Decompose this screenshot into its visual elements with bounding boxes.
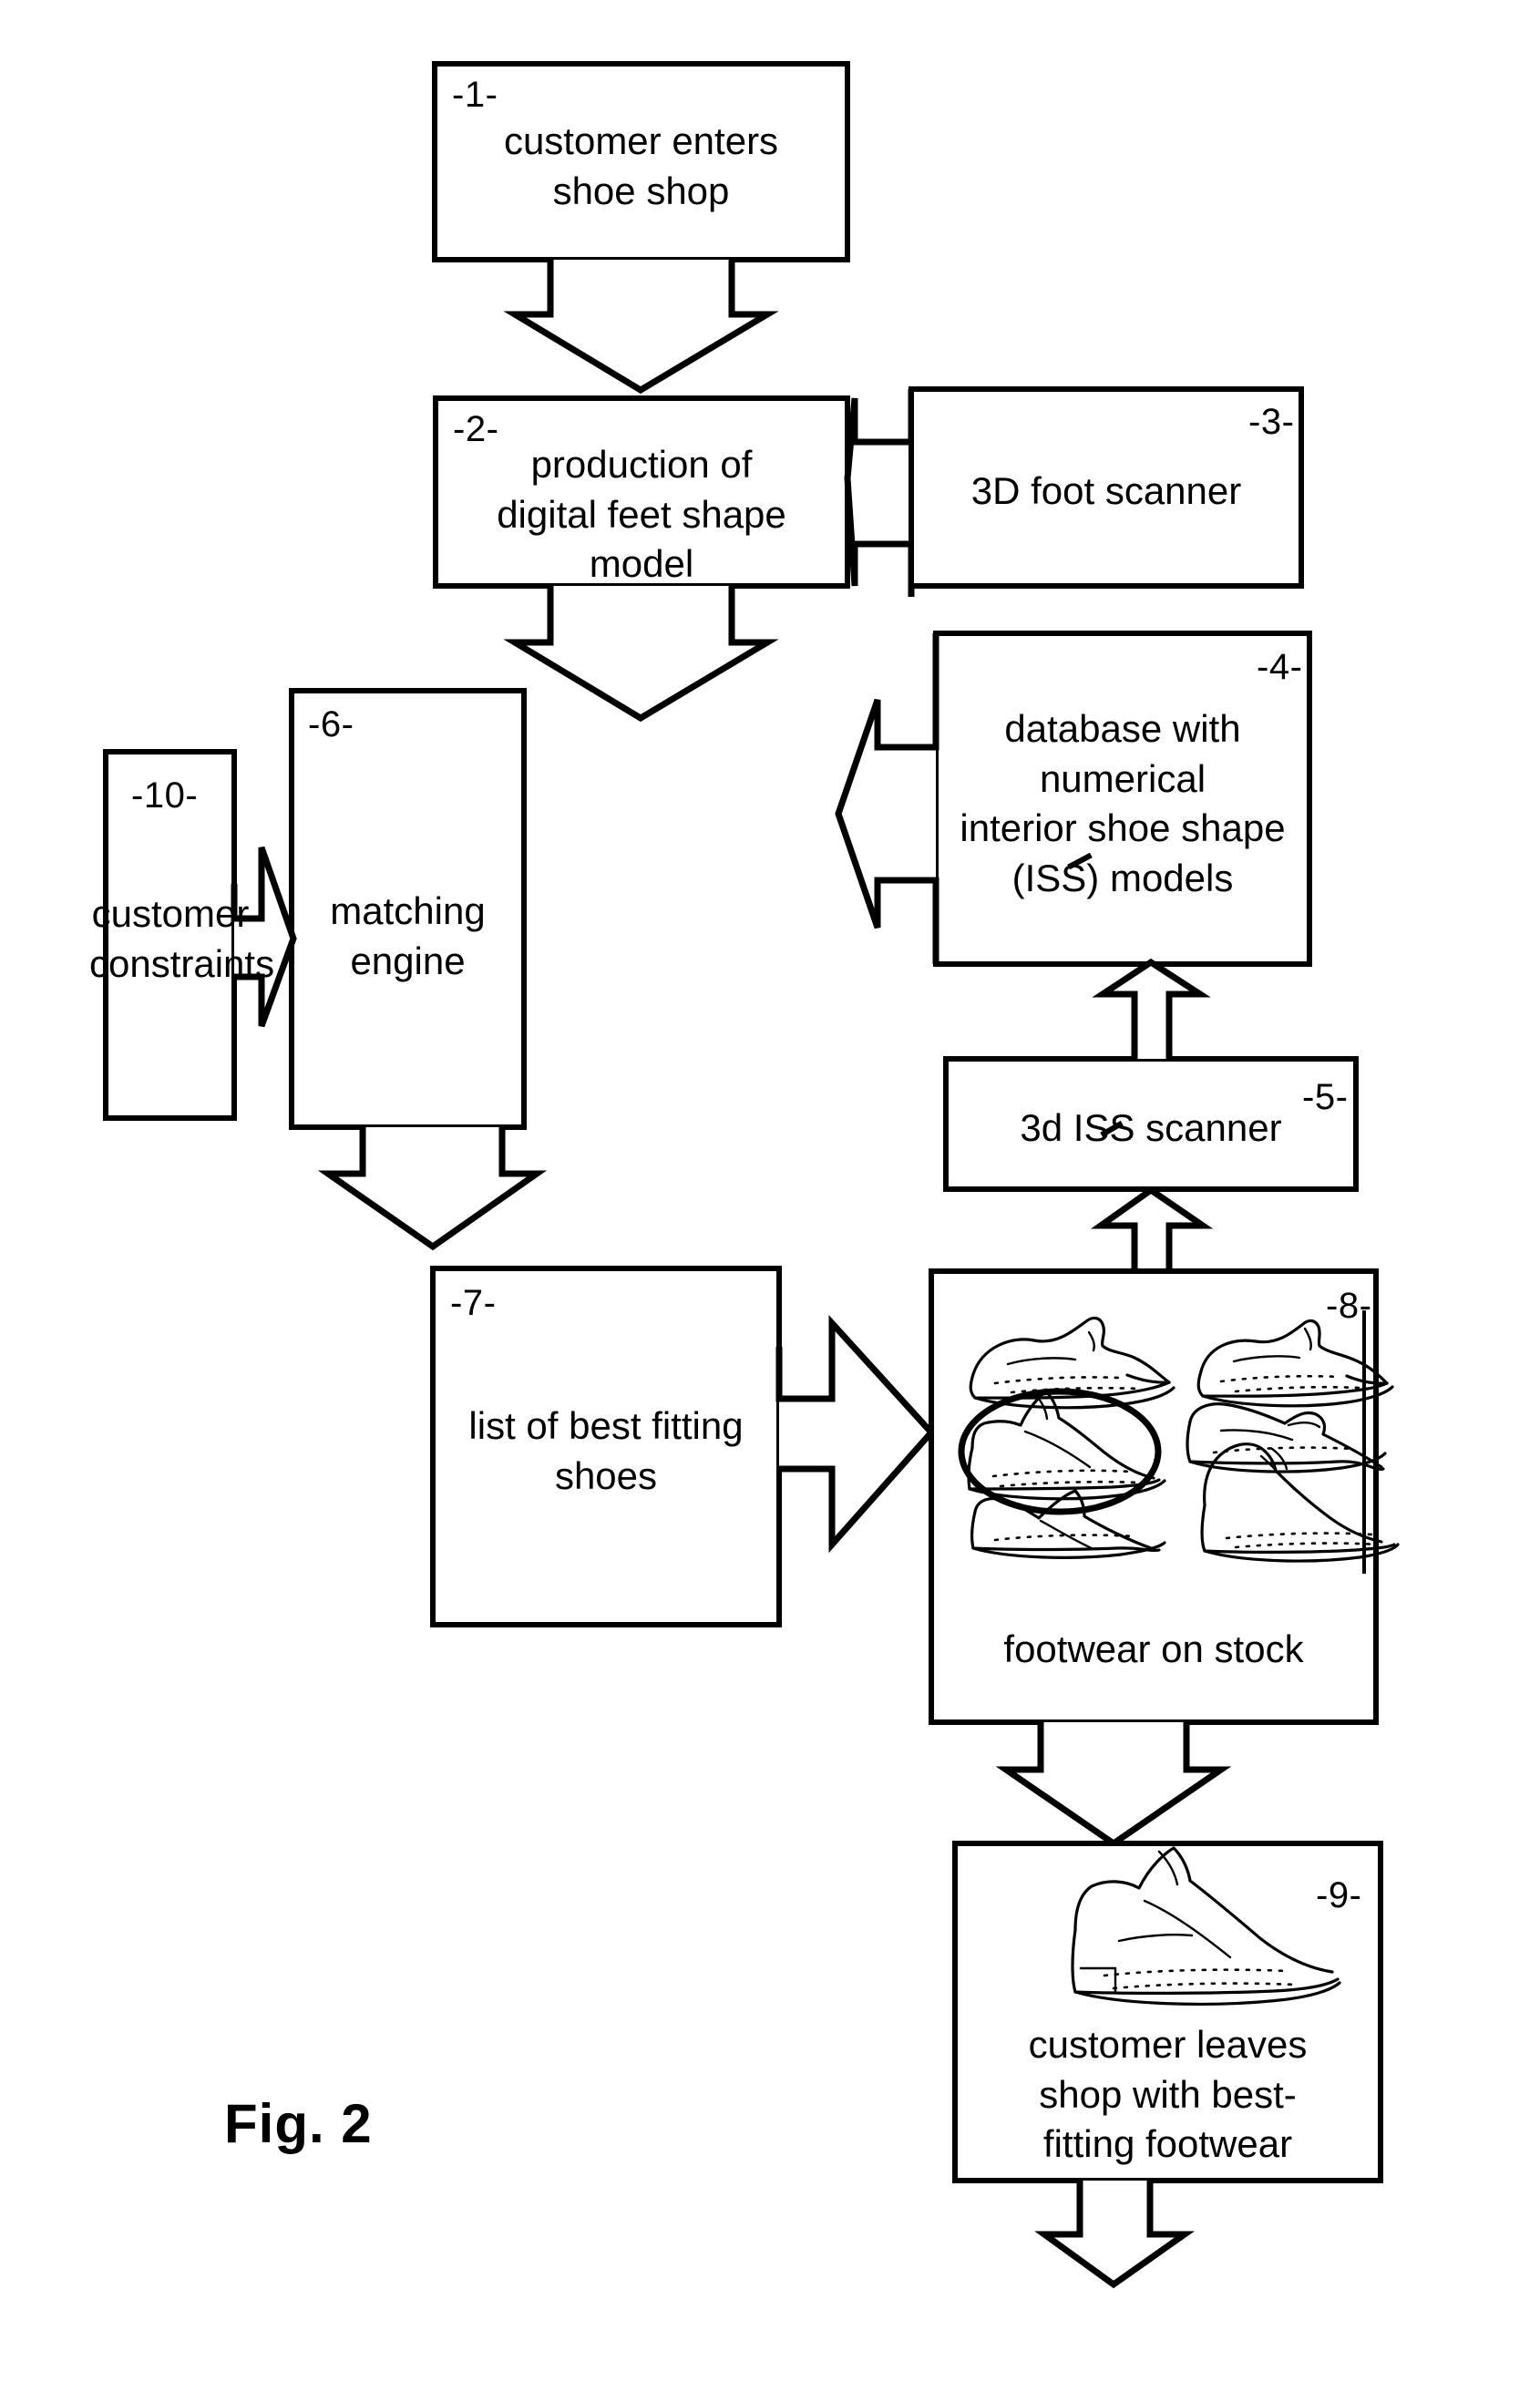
figure-caption: Fig. 2	[224, 2093, 373, 2154]
arrow-9-output	[1034, 2181, 1196, 2289]
box-6-label: matching engine	[330, 889, 486, 982]
arrow-5-to-4	[1092, 958, 1211, 1059]
box-10-label: customer constraints	[89, 892, 275, 985]
arrow-3-to-2	[844, 389, 915, 597]
arrow-8-to-9	[995, 1722, 1232, 1848]
arrow-6-to-7	[317, 1127, 548, 1251]
box-10-ref: -10-	[131, 775, 199, 816]
box-4-label: database with numerical interior shoe sh…	[960, 707, 1286, 899]
box-4-ref: -4-	[1257, 647, 1303, 687]
arrow-4-to-6	[835, 633, 939, 964]
box-7-label: list of best fitting shoes	[468, 1404, 744, 1497]
box-3-label: 3D foot scanner	[970, 469, 1242, 512]
arrow-7-to-8	[775, 1314, 936, 1554]
box-8-label: footwear on stock	[1003, 1627, 1304, 1670]
box-6-ref: -6-	[308, 704, 354, 744]
box-2-label: production of digital feet shape model	[497, 443, 786, 586]
arrow-8-to-5	[1091, 1186, 1214, 1271]
box-5-label: 3d ISS scanner	[1020, 1106, 1282, 1149]
box-9-ref: -9-	[1316, 1875, 1362, 1915]
box-1-label: customer enters shoe shop	[503, 119, 779, 212]
box-1-ref: -1-	[452, 75, 498, 115]
box-3-ref: -3-	[1248, 402, 1295, 442]
arrow-2-to-6	[503, 586, 779, 723]
box-9-label: customer leaves shop with best- fitting …	[1028, 2023, 1308, 2166]
box-8-ref: -8-	[1326, 1286, 1372, 1326]
patent-figure-2: -1- customer enters shoe shop -2- produc…	[0, 0, 1540, 2402]
arrow-1-to-2	[503, 260, 779, 395]
box-7-ref: -7-	[450, 1283, 497, 1323]
